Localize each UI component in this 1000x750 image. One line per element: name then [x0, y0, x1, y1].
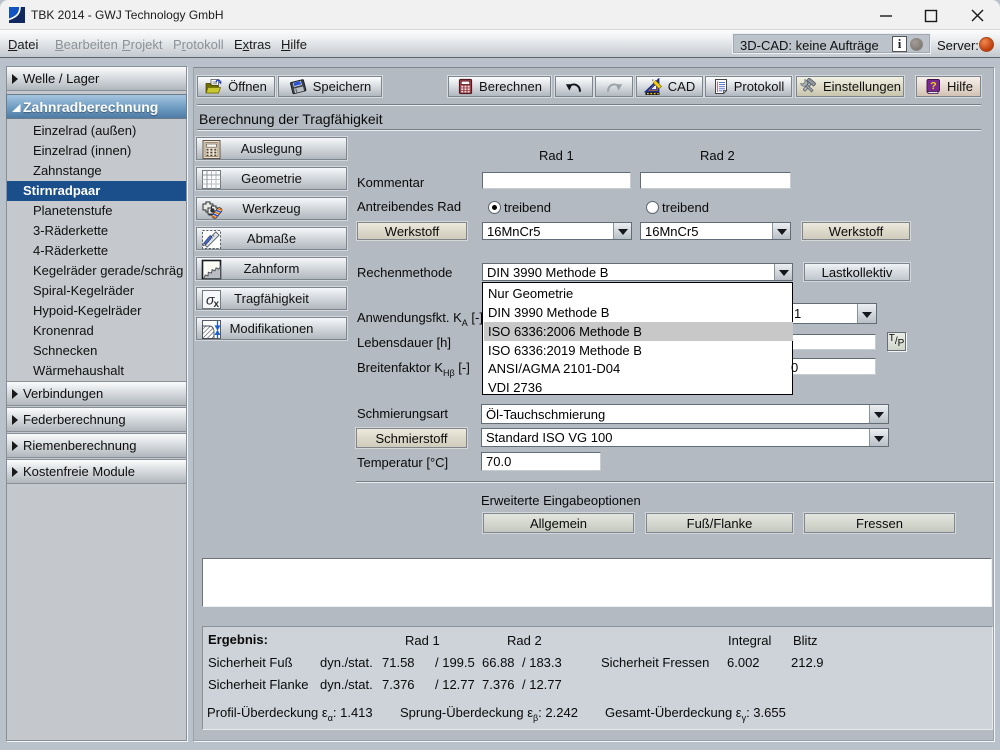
svg-text:?: ?: [930, 80, 936, 92]
svg-text:x: x: [214, 299, 220, 310]
